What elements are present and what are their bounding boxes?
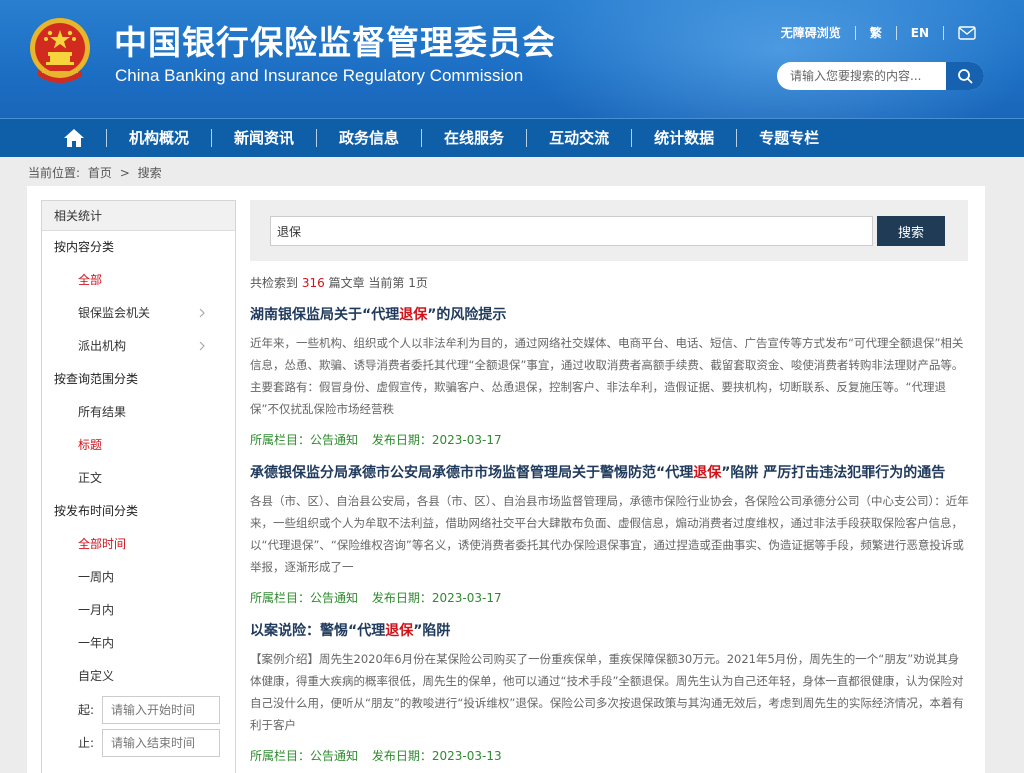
breadcrumb-label: 当前位置: (28, 166, 81, 180)
title-text: 承德银保监分局承德市公安局承德市市场监督管理局关于警惕防范“代理 (250, 465, 694, 481)
result-title[interactable]: 以案说险：警惕“代理退保”陷阱 (250, 620, 970, 642)
result-date: 发布日期：2023-03-13 (371, 749, 502, 763)
title-highlight: 退保 (399, 307, 428, 323)
nav-item-government-info[interactable]: 政务信息 (316, 129, 421, 147)
list-item: 以案说险：警惕“代理退保”陷阱 【案例介绍】周先生2020年6月份在某保险公司购… (250, 620, 970, 766)
breadcrumb-home[interactable]: 首页 (88, 166, 112, 180)
breadcrumb-current: 搜索 (137, 166, 162, 180)
result-column: 所属栏目：公告通知 (250, 591, 359, 605)
divider (895, 25, 897, 40)
filter-scope-title[interactable]: 标题 (42, 429, 235, 462)
count-number: 316 (301, 276, 325, 290)
result-list: 湖南银保监局关于“代理退保”的风险提示 近年来，一些机构、组织或个人以非法牟利为… (250, 304, 970, 766)
site-title-en: China Banking and Insurance Regulatory C… (115, 66, 524, 85)
chevron-right-icon (199, 341, 205, 351)
main-nav: 机构概况 新闻资讯 政务信息 在线服务 互动交流 统计数据 专题专栏 (0, 118, 1024, 157)
site-title-cn: 中国银行保险监督管理委员会 (114, 23, 556, 62)
header-glow (520, 0, 1024, 118)
title-highlight: 退保 (693, 465, 722, 481)
filter-time-week[interactable]: 一周内 (42, 561, 235, 594)
top-links: 无障碍浏览 繁 EN (781, 24, 976, 41)
list-item: 湖南银保监局关于“代理退保”的风险提示 近年来，一些机构、组织或个人以非法牟利为… (250, 304, 970, 450)
title-text: ”陷阱 严厉打击违法犯罪行为的通告 (721, 465, 946, 481)
search-icon (958, 69, 973, 84)
filter-label: 派出机构 (78, 339, 127, 353)
title-text: ”的风险提示 (427, 307, 507, 323)
nav-item-topics[interactable]: 专题专栏 (736, 129, 841, 147)
count-suffix: 篇文章 当前第 1页 (328, 276, 428, 290)
title-text: 湖南银保监局关于“代理 (250, 307, 400, 323)
search-input[interactable] (270, 216, 873, 246)
national-emblem-icon (30, 18, 90, 83)
filter-time-custom[interactable]: 自定义 (42, 660, 235, 693)
sidebar-head: 相关统计 (42, 201, 235, 231)
result-date: 发布日期：2023-03-17 (371, 591, 502, 605)
header-search-button[interactable] (946, 62, 984, 90)
result-date: 发布日期：2023-03-17 (371, 433, 502, 447)
title-text: ”陷阱 (413, 623, 451, 639)
filter-time-all[interactable]: 全部时间 (42, 528, 235, 561)
nav-home[interactable] (42, 128, 106, 148)
mail-icon[interactable] (958, 25, 976, 40)
result-meta: 所属栏目：公告通知 发布日期：2023-03-13 (250, 746, 970, 766)
date-start-input[interactable] (102, 695, 221, 724)
accessibility-link[interactable]: 无障碍浏览 (781, 24, 841, 41)
filter-label: 银保监会机关 (78, 306, 151, 320)
result-title[interactable]: 湖南银保监局关于“代理退保”的风险提示 (250, 304, 970, 326)
site-header: 中国银行保险监督管理委员会 China Banking and Insuranc… (0, 0, 1024, 118)
result-meta: 所属栏目：公告通知 发布日期：2023-03-17 (250, 430, 970, 450)
nav-item-online-service[interactable]: 在线服务 (421, 129, 526, 147)
group-by-scope: 按查询范围分类 (54, 372, 139, 386)
list-item: 承德银保监分局承德市公安局承德市市场监督管理局关于警惕防范“代理退保”陷阱 严厉… (250, 462, 970, 608)
search-button[interactable]: 搜索 (877, 216, 945, 246)
result-snippet: 各县（市、区）、自治县公安局，各县（市、区）、自治县市场监督管理局，承德市保险行… (250, 494, 969, 574)
nav-item-interaction[interactable]: 互动交流 (526, 129, 631, 147)
filter-content-branches[interactable]: 派出机构 (42, 330, 235, 363)
group-by-time: 按发布时间分类 (54, 504, 139, 518)
nav-item-statistics[interactable]: 统计数据 (631, 129, 736, 147)
result-meta: 所属栏目：公告通知 发布日期：2023-03-17 (250, 588, 970, 608)
main-panel: 相关统计 按内容分类 全部 银保监会机关 派出机构 按查询范围分类 所有结果 标… (27, 186, 985, 773)
english-link[interactable]: EN (911, 26, 929, 40)
title-highlight: 退保 (385, 623, 414, 639)
sidebar: 相关统计 按内容分类 全部 银保监会机关 派出机构 按查询范围分类 所有结果 标… (41, 200, 236, 773)
title-text: 以案说险：警惕“代理 (250, 623, 386, 639)
traditional-chinese-link[interactable]: 繁 (870, 24, 882, 41)
filter-time-month[interactable]: 一月内 (42, 594, 235, 627)
chevron-right-icon (199, 308, 205, 318)
divider (854, 25, 856, 40)
result-snippet: 【案例介绍】周先生2020年6月份在某保险公司购买了一份重疾保单，重疾保障保额3… (250, 652, 964, 732)
filter-time-year[interactable]: 一年内 (42, 627, 235, 660)
filter-content-all[interactable]: 全部 (42, 264, 235, 297)
result-column: 所属栏目：公告通知 (250, 433, 359, 447)
nav-item-news[interactable]: 新闻资讯 (211, 129, 316, 147)
group-by-content: 按内容分类 (54, 240, 115, 254)
filter-scope-body[interactable]: 正文 (42, 462, 235, 495)
result-snippet: 近年来，一些机构、组织或个人以非法牟利为目的，通过网络社交媒体、电商平台、电话、… (250, 336, 964, 416)
breadcrumb-separator: > (119, 166, 130, 180)
breadcrumb: 当前位置: 首页 > 搜索 (28, 164, 166, 181)
header-search-input[interactable] (777, 62, 947, 90)
date-start-label: 起: (78, 703, 95, 717)
home-icon (64, 129, 84, 147)
filter-content-cbirc[interactable]: 银保监会机关 (42, 297, 235, 330)
result-title[interactable]: 承德银保监分局承德市公安局承德市市场监督管理局关于警惕防范“代理退保”陷阱 严厉… (250, 462, 970, 484)
header-search (777, 62, 984, 90)
filter-scope-all[interactable]: 所有结果 (42, 396, 235, 429)
date-end-label: 止: (78, 736, 95, 750)
search-area: 搜索 (250, 200, 968, 261)
divider (943, 25, 944, 40)
result-column: 所属栏目：公告通知 (250, 749, 359, 763)
count-prefix: 共检索到 (250, 276, 299, 290)
nav-item-about[interactable]: 机构概况 (106, 129, 211, 147)
date-start-row: 起: (42, 693, 235, 726)
result-count: 共检索到 316 篇文章 当前第 1页 (250, 274, 428, 291)
date-end-input[interactable] (102, 728, 221, 757)
date-end-row: 止: (42, 726, 235, 759)
